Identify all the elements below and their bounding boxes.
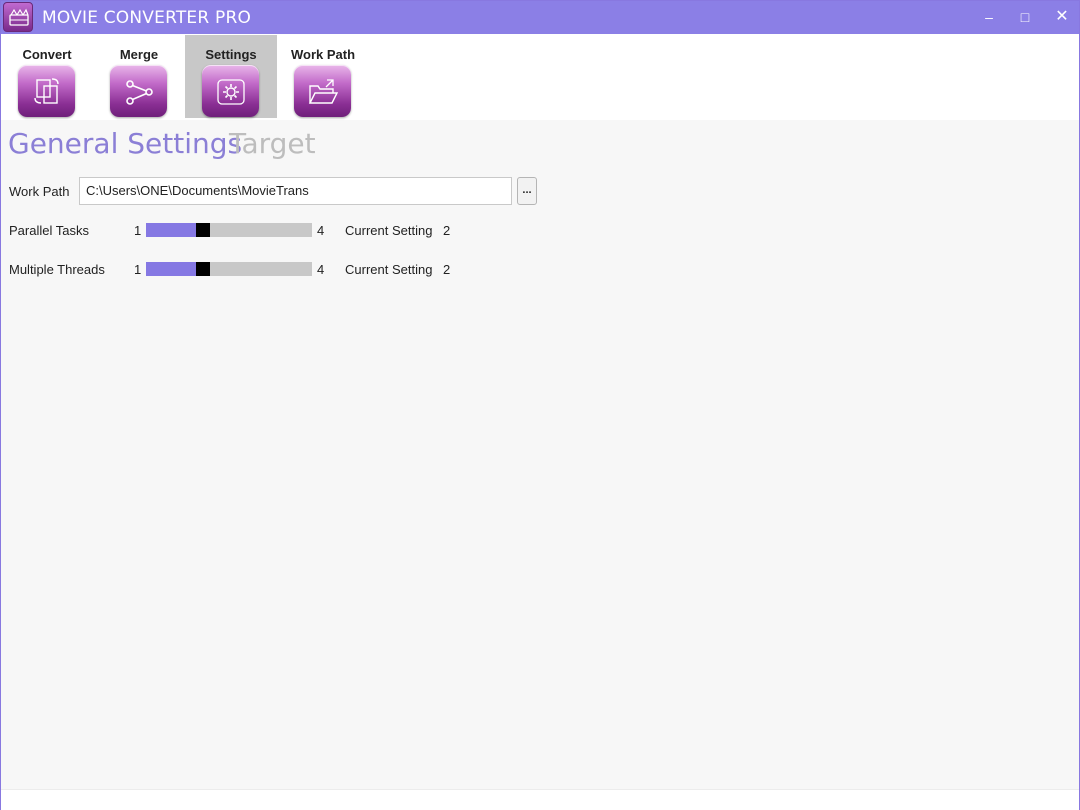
multiple-threads-slider-thumb[interactable]: [196, 262, 210, 276]
maximize-button[interactable]: □: [1013, 7, 1037, 27]
work-path-input[interactable]: C:\Users\ONE\Documents\MovieTrans: [79, 177, 512, 205]
multiple-threads-min: 1: [134, 262, 142, 277]
toolbar-convert-button[interactable]: Convert: [1, 35, 93, 118]
close-button[interactable]: ✕: [1050, 7, 1074, 27]
merge-icon: [110, 65, 167, 117]
parallel-tasks-max: 4: [317, 223, 325, 238]
tab-general-settings[interactable]: General Settings: [8, 127, 242, 160]
status-strip: [1, 789, 1079, 810]
multiple-threads-max: 4: [317, 262, 325, 277]
multiple-threads-label: Multiple Threads: [9, 262, 105, 277]
parallel-tasks-min: 1: [134, 223, 142, 238]
toolbar-merge-label: Merge: [119, 47, 159, 62]
multiple-threads-current-value: 2: [443, 262, 451, 277]
title-bar[interactable]: MOVIE CONVERTER PRO – □ ✕: [1, 1, 1079, 34]
convert-icon: [18, 65, 75, 117]
toolbar-settings-button[interactable]: Settings: [185, 35, 277, 118]
parallel-tasks-slider-fill: [146, 223, 203, 237]
app-window: MOVIE CONVERTER PRO – □ ✕ Convert Merge: [0, 0, 1080, 810]
window-title: MOVIE CONVERTER PRO: [42, 8, 252, 28]
parallel-tasks-slider-thumb[interactable]: [196, 223, 210, 237]
toolbar-merge-button[interactable]: Merge: [93, 35, 185, 118]
main-toolbar: Convert Merge Settings Work Path: [1, 34, 1079, 120]
gear-icon: [202, 65, 259, 117]
parallel-tasks-current-label: Current Setting: [345, 223, 433, 238]
toolbar-workpath-label: Work Path: [290, 47, 356, 62]
browse-button[interactable]: ...: [517, 177, 537, 205]
app-logo-icon: [3, 2, 33, 32]
toolbar-settings-label: Settings: [205, 47, 257, 62]
minimize-button[interactable]: –: [977, 7, 1001, 27]
parallel-tasks-slider[interactable]: [146, 223, 312, 237]
tab-target[interactable]: Target: [229, 127, 316, 160]
work-path-label: Work Path: [9, 184, 70, 199]
multiple-threads-slider-fill: [146, 262, 203, 276]
multiple-threads-current-label: Current Setting: [345, 262, 433, 277]
toolbar-convert-label: Convert: [22, 47, 72, 62]
parallel-tasks-label: Parallel Tasks: [9, 223, 89, 238]
parallel-tasks-current-value: 2: [443, 223, 451, 238]
toolbar-workpath-button[interactable]: Work Path: [277, 35, 369, 118]
multiple-threads-slider[interactable]: [146, 262, 312, 276]
folder-icon: [294, 65, 351, 117]
